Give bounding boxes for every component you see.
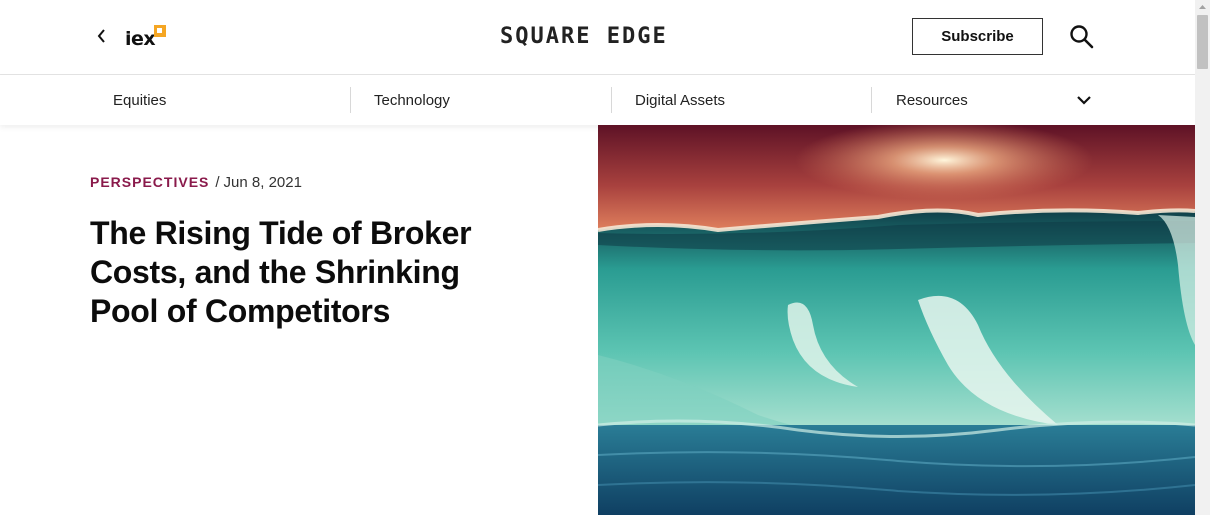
wave-illustration [598,125,1195,515]
site-header: iex SQUARE EDGE Subscribe [0,0,1195,75]
category-link[interactable]: PERSPECTIVES [90,174,209,190]
subscribe-button[interactable]: Subscribe [912,18,1043,55]
back-button[interactable] [94,26,112,46]
nav-divider [350,87,351,113]
nav-divider [871,87,872,113]
logo-mark-icon [154,25,166,37]
article-meta: PERSPECTIVES / Jun 8, 2021 [90,174,302,191]
logo-text: iex [125,28,156,50]
search-icon [1070,25,1094,49]
publish-date: Jun 8, 2021 [223,174,302,191]
article-title: The Rising Tide of Broker Costs, and the… [90,215,472,329]
caret-up-icon [1199,5,1206,9]
page-scrollbar[interactable] [1195,0,1210,515]
nav-item-resources[interactable]: Resources [896,75,968,125]
scroll-thumb[interactable] [1197,15,1208,69]
search-button[interactable] [1069,24,1095,50]
nav-divider [611,87,612,113]
site-brand-title[interactable]: SQUARE EDGE [500,24,700,49]
scroll-up-button[interactable] [1195,0,1210,15]
nav-item-equities[interactable]: Equities [113,75,166,125]
iex-logo[interactable]: iex [125,24,166,50]
chevron-down-icon [1077,96,1091,105]
nav-item-digital-assets[interactable]: Digital Assets [635,75,725,125]
main-nav: Equities Technology Digital Assets Resou… [0,75,1195,125]
hero-image [598,125,1195,515]
date-separator: / [215,174,220,191]
chevron-left-icon [97,29,105,43]
nav-more-button[interactable] [1075,92,1093,108]
nav-item-technology[interactable]: Technology [374,75,450,125]
